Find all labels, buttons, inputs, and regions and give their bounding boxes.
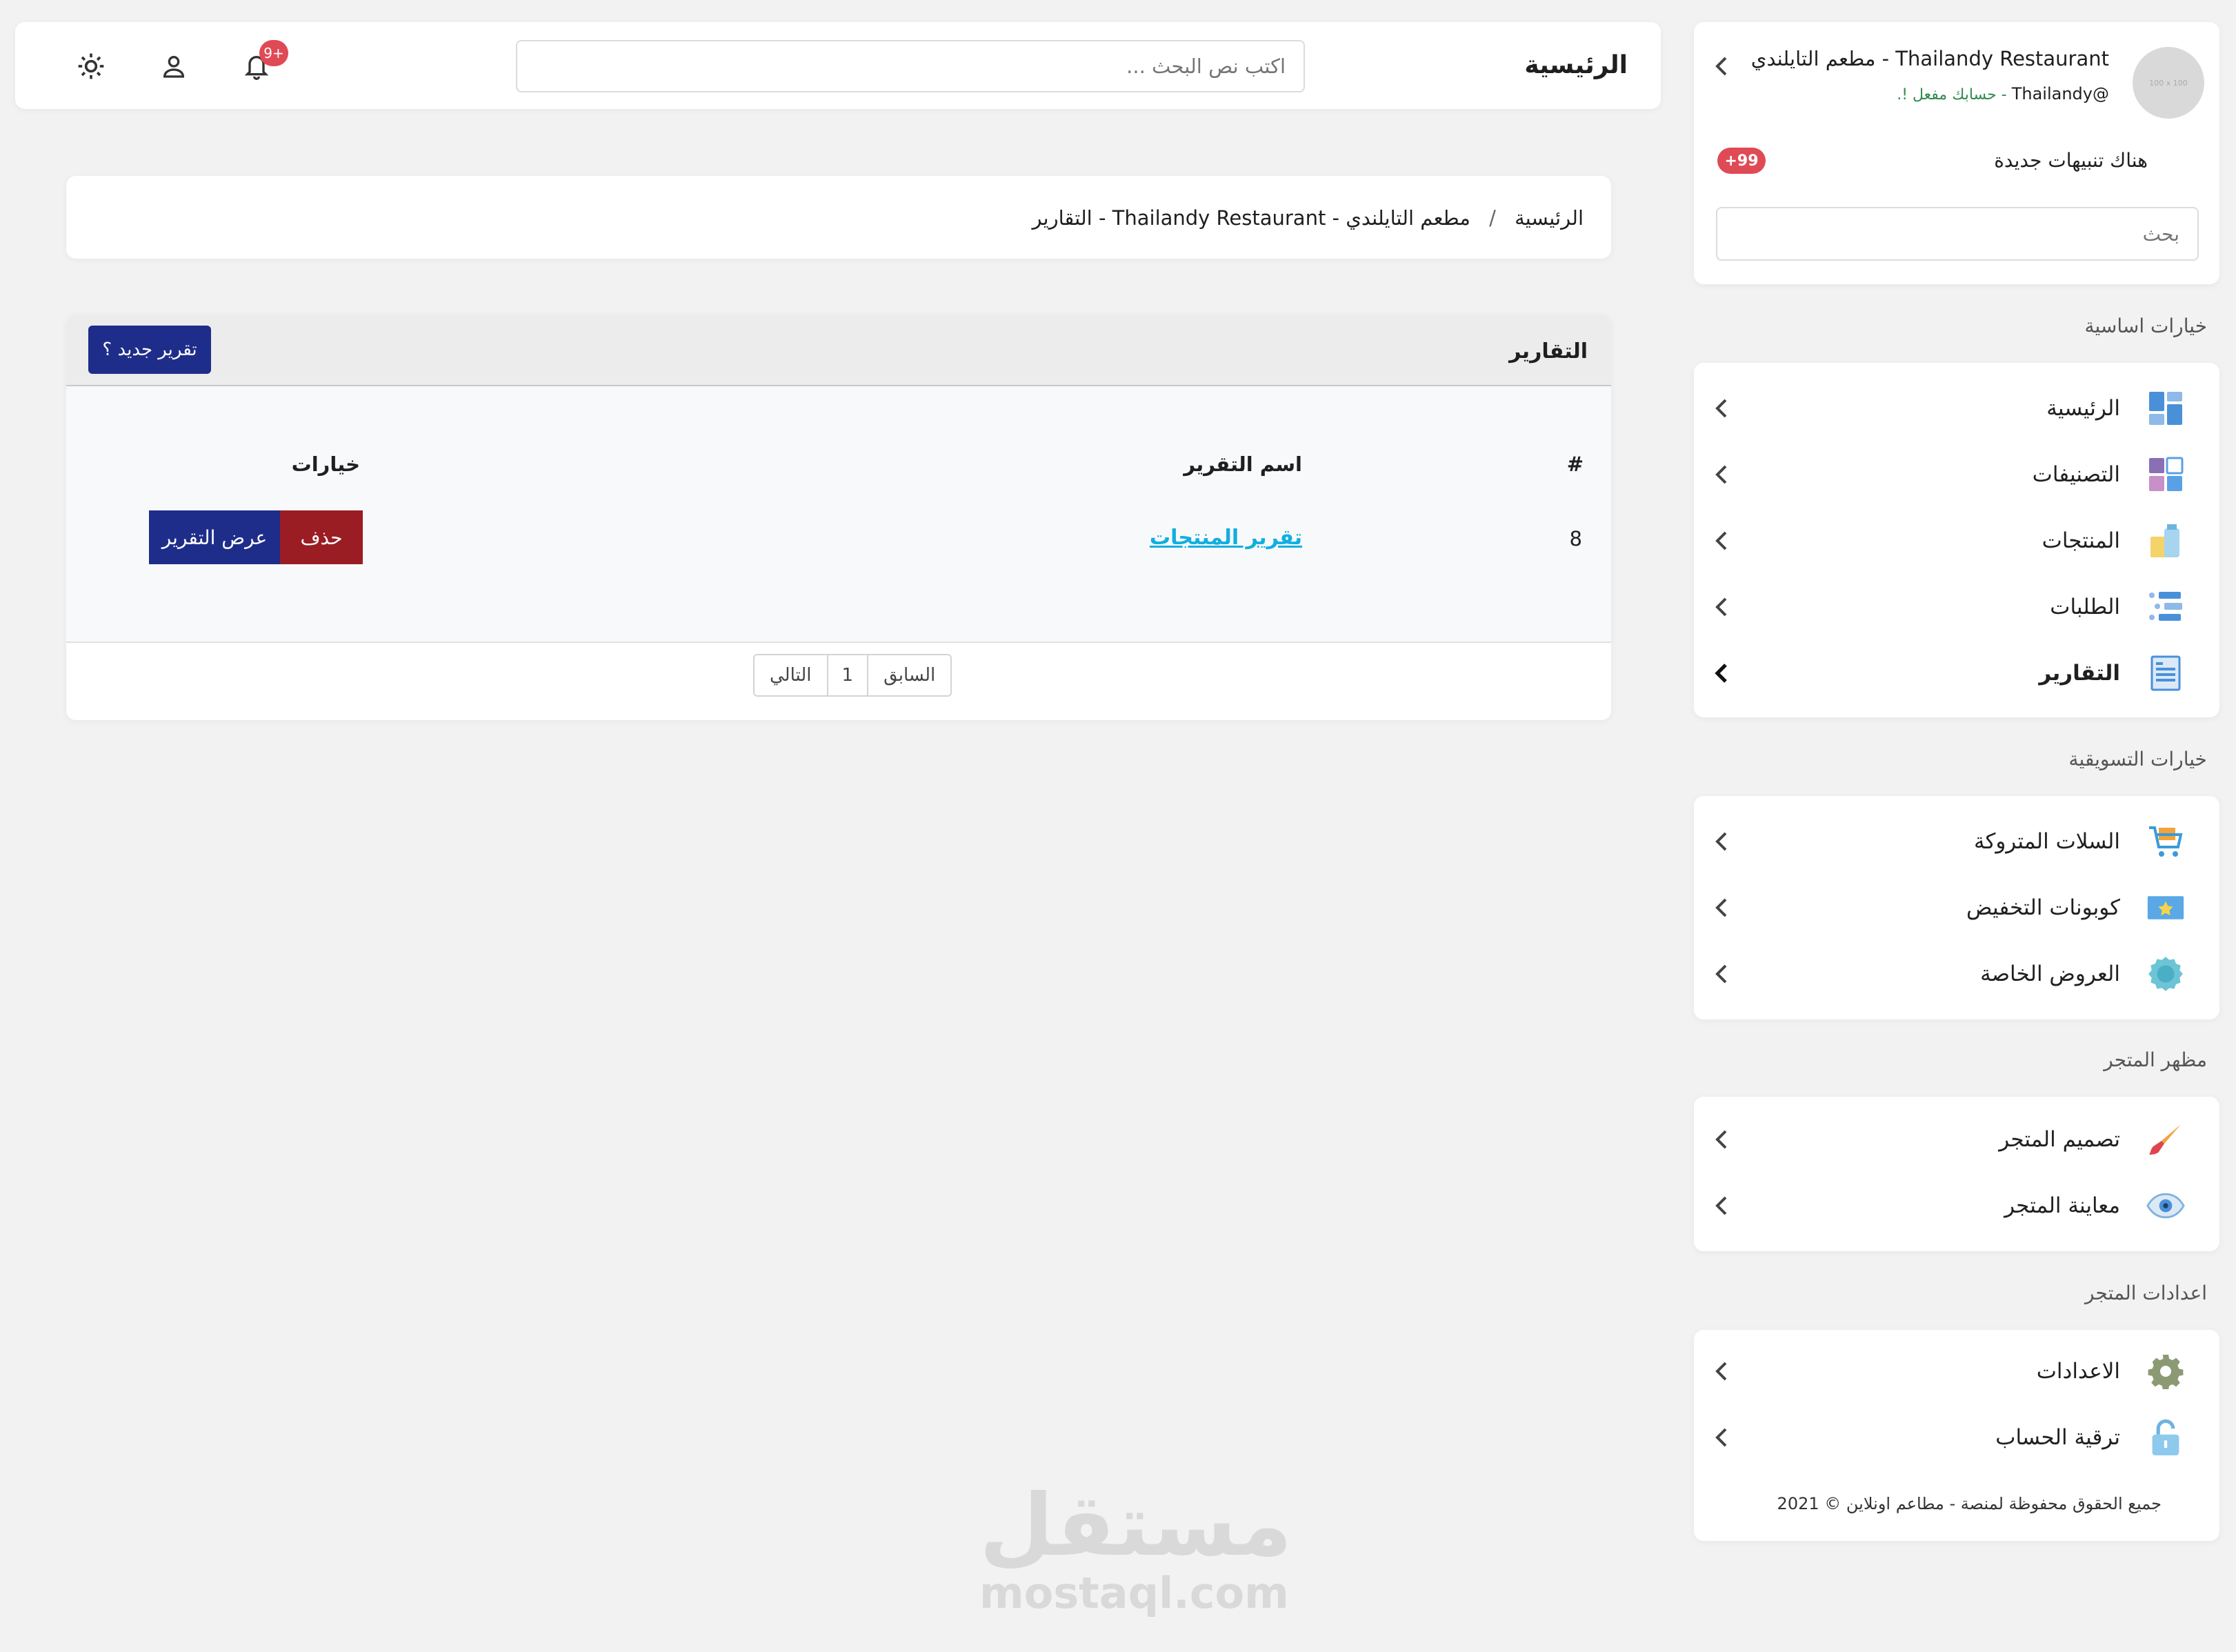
sidebar-item-store-preview[interactable]: معاينة المتجر [1694, 1173, 2219, 1239]
profile-chevron[interactable] [1708, 52, 1735, 80]
sidebar-item-home[interactable]: الرئيسية [1694, 375, 2219, 441]
breadcrumb-separator: / [1489, 206, 1496, 230]
chevron-left-icon [1708, 1357, 1735, 1385]
sidebar-item-special-offers[interactable]: العروض الخاصة [1694, 941, 2219, 1007]
reports-card-footer: التالي 1 السابق [66, 641, 1611, 720]
sidebar-item-orders[interactable]: الطلبات [1694, 574, 2219, 640]
sidebar-item-coupons[interactable]: كوبونات التخفيض [1694, 875, 2219, 941]
breadcrumb: الرئيسية / مطعم التايلندي - Thailandy Re… [66, 176, 1611, 259]
profile-card: 100 x 100 مطعم التايلندي - Thailandy Res… [1694, 22, 2219, 284]
lock-icon [2146, 1418, 2185, 1457]
chevron-left-icon [1708, 659, 1735, 687]
profile-name: مطعم التايلندي - Thailandy Restaurant [1750, 47, 2109, 70]
theme-toggle-button[interactable] [70, 46, 112, 87]
brush-icon [2146, 1120, 2185, 1159]
sidebar-item-upgrade-account[interactable]: ترقية الحساب [1694, 1404, 2219, 1471]
alerts-badge: +99 [1717, 148, 1766, 174]
section-title-appearance: مظهر المتجر [2104, 1048, 2207, 1071]
chevron-left-icon [1715, 57, 1727, 76]
alerts-text: هناك تنبيهات جديدة [1994, 149, 2148, 172]
sidebar-item-abandoned-carts[interactable]: السلات المتروكة [1694, 808, 2219, 875]
chevron-left-icon [1708, 461, 1735, 488]
user-icon [163, 56, 185, 78]
sidebar-search-input[interactable] [1716, 207, 2199, 261]
products-icon [2146, 521, 2185, 560]
breadcrumb-current: مطعم التايلندي - Thailandy Restaurant - … [1032, 206, 1470, 230]
reports-table: # اسم التقرير خيارات 8 تقرير المنتجات عر… [66, 386, 1611, 641]
view-report-button[interactable]: عرض التقرير [149, 510, 280, 564]
report-number: 8 [1569, 527, 1582, 550]
pagination-page-1[interactable]: 1 [828, 655, 869, 695]
chevron-left-icon [1708, 1126, 1735, 1153]
sidebar-menu-settings: الاعدادات ترقية الحساب جميع الحقوق محفوظ… [1694, 1330, 2219, 1541]
gear-icon [2146, 1352, 2185, 1391]
pagination-prev[interactable]: السابق [868, 655, 950, 695]
watermark-latin: mostaql.com [979, 1568, 1289, 1618]
chevron-left-icon [1708, 1192, 1735, 1220]
offer-badge-icon [2146, 955, 2185, 993]
sidebar-menu-marketing: السلات المتروكة كوبونات التخفيض العروض ا… [1694, 796, 2219, 1019]
sidebar-item-products[interactable]: المنتجات [1694, 508, 2219, 574]
orders-icon [2146, 588, 2185, 626]
account-status: - حسابك مفعل !. [1897, 86, 2012, 103]
sidebar-menu-basic: الرئيسية التصنيفات المنتجات الطلبات التق… [1694, 363, 2219, 717]
cart-icon [2146, 822, 2185, 861]
sidebar-menu-appearance: تصميم المتجر معاينة المتجر [1694, 1097, 2219, 1251]
watermark: مستقل mostaql.com [979, 1476, 1292, 1621]
coupon-icon [2146, 888, 2185, 927]
notification-button[interactable]: 9+ [236, 40, 288, 87]
search-input[interactable] [516, 40, 1305, 92]
reports-card: التقارير تقرير جديد ؟ # اسم التقرير خيار… [66, 315, 1611, 720]
new-report-button[interactable]: تقرير جديد ؟ [88, 326, 211, 374]
sidebar-item-settings[interactable]: الاعدادات [1694, 1338, 2219, 1404]
pagination: التالي 1 السابق [753, 654, 952, 697]
chevron-left-icon [1708, 894, 1735, 922]
section-title-marketing: خيارات التسويقية [2068, 748, 2207, 770]
categories-icon [2146, 455, 2185, 494]
chevron-left-icon [1708, 527, 1735, 555]
page-title: الرئيسية [1524, 51, 1628, 79]
sidebar-item-store-design[interactable]: تصميم المتجر [1694, 1106, 2219, 1173]
chevron-left-icon [1708, 828, 1735, 855]
pagination-next[interactable]: التالي [755, 655, 828, 695]
sun-icon [78, 53, 104, 79]
section-title-basic: خيارات اساسية [2084, 315, 2207, 337]
reports-icon [2146, 654, 2185, 693]
sidebar-item-categories[interactable]: التصنيفات [1694, 441, 2219, 508]
chevron-left-icon [1708, 593, 1735, 621]
table-row: 8 تقرير المنتجات عرض التقرير حذف [66, 510, 1611, 593]
sidebar-footer: جميع الحقوق محفوظة لمنصة - مطاعم اونلاين… [1777, 1494, 2162, 1513]
profile-handle: @Thailandy [2011, 84, 2109, 103]
notification-badge: 9+ [259, 40, 288, 66]
profile-subline: @Thailandy - حسابك مفعل !. [1897, 84, 2109, 103]
watermark-arabic: مستقل [979, 1476, 1292, 1575]
eye-icon [2146, 1186, 2185, 1225]
column-header-number: # [1566, 452, 1584, 476]
avatar-placeholder-text: 100 x 100 [2149, 78, 2188, 88]
sidebar-item-reports[interactable]: التقارير [1694, 640, 2219, 706]
reports-card-header: التقارير تقرير جديد ؟ [66, 315, 1611, 386]
dashboard-icon [2146, 389, 2185, 428]
chevron-left-icon [1708, 395, 1735, 422]
report-name-link[interactable]: تقرير المنتجات [1150, 526, 1302, 550]
chevron-left-icon [1708, 1424, 1735, 1451]
chevron-left-icon [1708, 960, 1735, 988]
reports-card-title: التقارير [1509, 339, 1588, 364]
section-title-settings: اعدادات المتجر [2085, 1282, 2207, 1304]
avatar[interactable]: 100 x 100 [2133, 47, 2204, 119]
top-bar: الرئيسية 9+ [15, 22, 1661, 109]
column-header-options: خيارات [291, 452, 360, 476]
user-button[interactable] [153, 46, 194, 87]
breadcrumb-home[interactable]: الرئيسية [1515, 206, 1584, 230]
report-actions: عرض التقرير حذف [149, 510, 363, 564]
column-header-name: اسم التقرير [1184, 452, 1302, 476]
delete-report-button[interactable]: حذف [280, 510, 363, 564]
